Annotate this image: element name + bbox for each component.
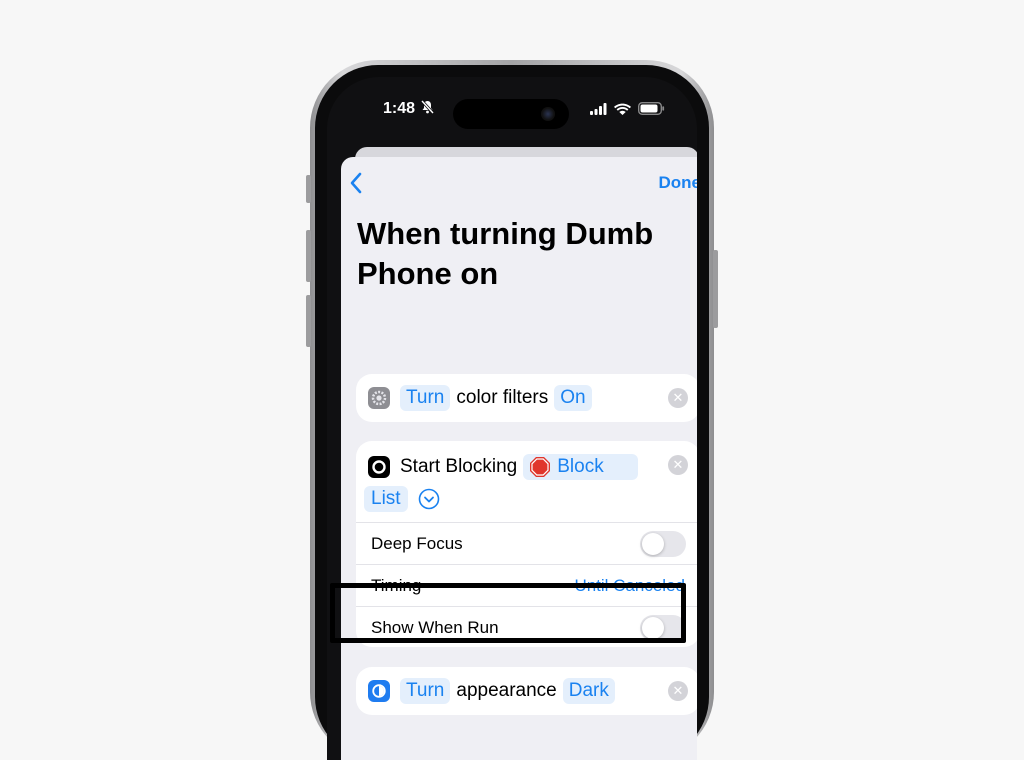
phone-screen: 1:48 Done When turning Dumb Phone on Tur… — [327, 77, 697, 760]
status-time: 1:48 — [383, 99, 435, 118]
phone-bezel: 1:48 Done When turning Dumb Phone on Tur… — [315, 65, 709, 760]
iphone-frame: 1:48 Done When turning Dumb Phone on Tur… — [306, 60, 718, 760]
done-button[interactable]: Done — [659, 173, 698, 193]
back-button[interactable] — [349, 172, 363, 199]
settings-gear-icon — [368, 387, 390, 409]
turn-token[interactable]: Turn — [400, 678, 451, 704]
appearance-action[interactable]: Turn appearance Dark ✕ — [356, 667, 697, 715]
deep-focus-label: Deep Focus — [371, 533, 463, 553]
remove-action-button[interactable]: ✕ — [668, 681, 688, 701]
wifi-icon — [614, 103, 631, 115]
on-value-token[interactable]: On — [554, 385, 592, 411]
start-blocking-label: Start Blocking — [400, 456, 518, 477]
side-button — [713, 250, 718, 328]
remove-action-button[interactable]: ✕ — [668, 388, 688, 408]
highlight-box — [330, 583, 686, 643]
action-button — [306, 175, 311, 203]
battery-icon — [638, 102, 665, 115]
dynamic-island — [453, 99, 569, 129]
appearance-label: appearance — [456, 680, 557, 701]
clear-x-icon: ✕ — [672, 390, 684, 405]
status-icons — [590, 102, 665, 115]
clear-x-icon: ✕ — [672, 457, 684, 472]
dark-value-token[interactable]: Dark — [562, 678, 615, 704]
clear-x-icon: ✕ — [672, 683, 684, 698]
front-camera — [541, 107, 555, 121]
page-title: When turning Dumb Phone on — [357, 216, 654, 291]
circle-app-icon — [368, 456, 390, 478]
volume-down-button — [306, 295, 311, 347]
block-list-label-1: Block — [557, 456, 604, 477]
deep-focus-row: Deep Focus — [356, 522, 697, 564]
appearance-circle-icon — [368, 680, 390, 702]
block-list-label-2[interactable]: List — [364, 486, 408, 512]
cellular-signal-icon — [590, 102, 607, 115]
chevron-left-icon — [350, 172, 362, 194]
chevron-down-circle-icon[interactable] — [418, 488, 440, 510]
silent-bell-icon — [421, 99, 435, 115]
shortcut-editor-sheet: Done When turning Dumb Phone on Turn col… — [341, 157, 697, 760]
color-filters-action[interactable]: Turn color filters On ✕ — [356, 374, 697, 422]
volume-up-button — [306, 230, 311, 282]
stop-sign-icon — [530, 457, 551, 477]
color-filters-label: color filters — [456, 387, 549, 408]
deep-focus-toggle[interactable] — [640, 531, 686, 557]
remove-action-button[interactable]: ✕ — [668, 455, 688, 475]
turn-token[interactable]: Turn — [400, 385, 451, 411]
block-list-token[interactable]: Block — [523, 454, 639, 480]
